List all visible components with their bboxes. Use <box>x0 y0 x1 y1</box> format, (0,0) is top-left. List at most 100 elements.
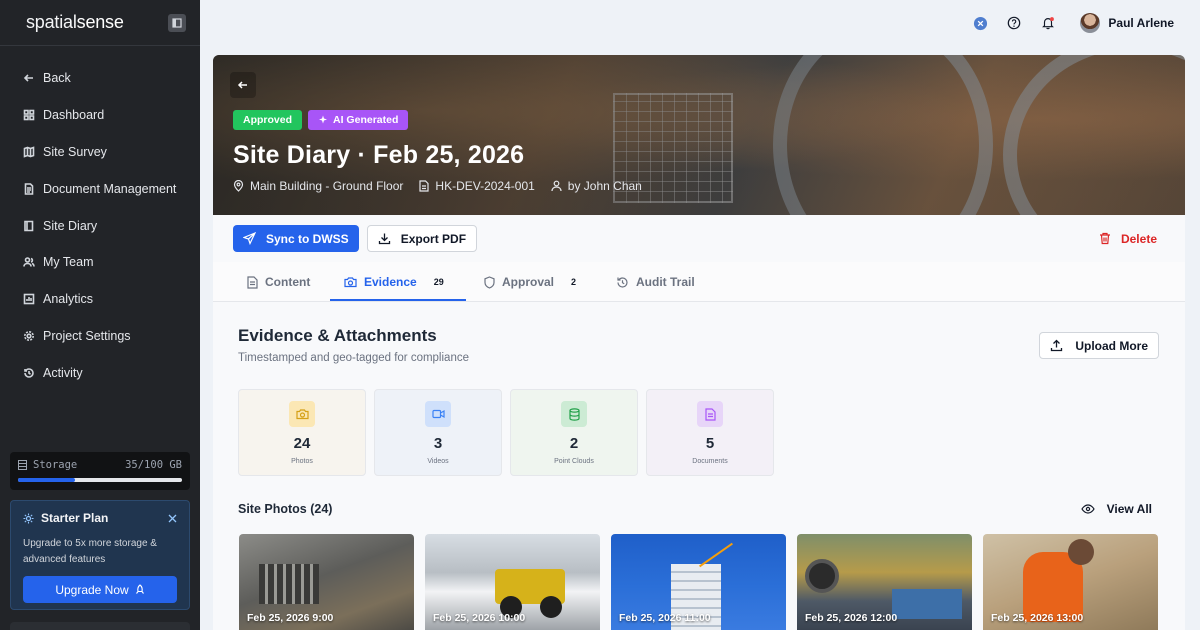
arrow-left-icon <box>237 81 247 89</box>
sidebar-item-dashboard[interactable]: Dashboard <box>0 97 200 134</box>
storage-progress-bar <box>18 478 182 482</box>
section-subtitle: Timestamped and geo-tagged for complianc… <box>238 352 469 364</box>
tab-label: Audit Trail <box>636 275 695 289</box>
upgrade-button-label: Upgrade Now <box>55 582 129 597</box>
sidebar-item-site-diary[interactable]: Site Diary <box>0 207 200 244</box>
export-pdf-button[interactable]: Export PDF <box>366 225 478 252</box>
close-circle-button[interactable] <box>972 15 988 31</box>
active-tab-indicator <box>330 299 466 301</box>
sidebar-item-project-settings[interactable]: Project Settings <box>0 318 200 355</box>
history-icon <box>24 367 34 378</box>
avatar <box>1080 13 1101 33</box>
document-icon <box>419 180 430 192</box>
storage-value: 35/100 GB <box>125 459 182 471</box>
photo-caption: Feb 25, 2026 11:00 <box>619 612 711 624</box>
help-button[interactable] <box>1006 15 1022 31</box>
notifications-button[interactable] <box>1040 15 1056 31</box>
collapse-sidebar-button[interactable] <box>168 13 186 32</box>
sidebar-item-back[interactable]: Back <box>0 60 200 97</box>
tab-label: Content <box>265 275 311 289</box>
sync-to-dwss-button[interactable]: Sync to DWSS <box>233 225 359 252</box>
tab-content[interactable]: Content <box>247 262 310 302</box>
plan-title: Starter Plan <box>41 511 109 525</box>
close-icon[interactable] <box>168 514 177 523</box>
video-icon <box>431 409 445 419</box>
photo-thumbnail[interactable]: Feb 25, 2026 9:00 <box>239 534 414 630</box>
videos-stat-icon <box>425 401 451 427</box>
sidebar-item-activity[interactable]: Activity <box>0 354 200 391</box>
sidebar-item-label: My Team <box>43 255 94 270</box>
photos-stat-icon <box>289 401 315 427</box>
help-icon <box>1008 16 1021 30</box>
stat-value: 3 <box>433 435 443 452</box>
document-id-meta: HK-DEV-2024-001 <box>419 179 535 193</box>
tab-count: 29 <box>433 277 444 287</box>
storage-meter: Storage 35/100 GB <box>10 452 190 490</box>
bell-icon <box>1042 17 1055 30</box>
starter-plan-card: Starter Plan Upgrade to 5x more storage … <box>10 500 190 610</box>
sidebar-item-label: Site Diary <box>43 218 98 233</box>
site-photos-title: Site Photos (24) <box>238 502 333 516</box>
eye-icon <box>1080 504 1095 514</box>
sidebar-item-label: Dashboard <box>43 108 105 123</box>
delete-button[interactable]: Delete <box>1099 225 1157 252</box>
shield-icon <box>484 275 495 289</box>
document-icon <box>704 407 716 421</box>
tab-audit-trail[interactable]: Audit Trail <box>616 262 695 302</box>
camera-icon <box>295 409 309 420</box>
download-icon <box>378 233 390 245</box>
tab-label: Evidence <box>364 275 417 289</box>
sidebar-footer-button[interactable] <box>10 622 190 630</box>
brand-header: spatialsense <box>0 0 200 46</box>
photo-thumbnail[interactable]: Feb 25, 2026 11:00 <box>611 534 786 630</box>
sidebar-item-site-survey[interactable]: Site Survey <box>0 134 200 171</box>
document-icon <box>24 182 34 195</box>
author-meta: by John Chan <box>551 179 642 193</box>
sidebar-item-document-management[interactable]: Document Management <box>0 170 200 207</box>
stat-card-point-clouds[interactable]: 2 Point Clouds <box>510 389 638 476</box>
database-icon <box>18 460 27 470</box>
database-icon <box>568 407 580 421</box>
view-all-button[interactable]: View All <box>1080 502 1152 516</box>
hero-banner: Approved AI Generated Site Diary · Feb 2… <box>213 55 1185 215</box>
sidebar-item-label: Site Survey <box>43 144 107 159</box>
diary-meta: Main Building - Ground Floor HK-DEV-2024… <box>233 179 642 193</box>
sidebar-item-my-team[interactable]: My Team <box>0 244 200 281</box>
upload-more-button[interactable]: Upload More <box>1039 332 1159 359</box>
photo-caption: Feb 25, 2026 9:00 <box>247 612 334 624</box>
tab-bar: Content Evidence 29 Approval 2 Audit Tra… <box>213 262 1185 302</box>
delete-label: Delete <box>1120 231 1157 246</box>
sidebar-item-analytics[interactable]: Analytics <box>0 281 200 318</box>
sidebar: spatialsense Back Dashboard Site Survey … <box>0 0 200 630</box>
map-icon <box>23 146 35 158</box>
logo[interactable]: spatialsense <box>26 12 124 33</box>
photo-caption: Feb 25, 2026 10:00 <box>433 612 526 624</box>
status-badges: Approved AI Generated <box>233 110 409 130</box>
document-icon <box>247 275 258 289</box>
grid-icon <box>23 109 35 121</box>
stat-card-photos[interactable]: 24 Photos <box>238 389 366 476</box>
documents-stat-icon <box>697 401 723 427</box>
upgrade-now-button[interactable]: Upgrade Now <box>23 576 177 603</box>
photo-thumbnail[interactable]: Feb 25, 2026 12:00 <box>797 534 972 630</box>
chart-icon <box>23 293 35 305</box>
tab-evidence[interactable]: Evidence 29 <box>344 262 444 302</box>
view-all-label: View All <box>1106 502 1152 516</box>
stat-card-videos[interactable]: 3 Videos <box>374 389 502 476</box>
sidebar-item-label: Document Management <box>43 181 177 196</box>
photo-thumbnail[interactable]: Feb 25, 2026 10:00 <box>425 534 600 630</box>
camera-icon <box>344 277 357 288</box>
book-icon <box>24 220 34 231</box>
page-title: Site Diary · Feb 25, 2026 <box>233 141 525 169</box>
trash-icon <box>1099 232 1110 245</box>
stat-card-documents[interactable]: 5 Documents <box>646 389 774 476</box>
hero-back-button[interactable] <box>230 72 256 98</box>
ai-generated-badge: AI Generated <box>308 110 409 130</box>
sync-label: Sync to DWSS <box>266 231 349 246</box>
storage-progress-fill <box>18 478 76 482</box>
sidebar-item-label: Project Settings <box>43 328 131 343</box>
tab-approval[interactable]: Approval 2 <box>484 262 576 302</box>
user-menu[interactable]: Paul Arlene <box>1080 13 1174 33</box>
photo-thumbnail[interactable]: Feb 25, 2026 13:00 <box>983 534 1158 630</box>
user-name: Paul Arlene <box>1108 16 1174 30</box>
